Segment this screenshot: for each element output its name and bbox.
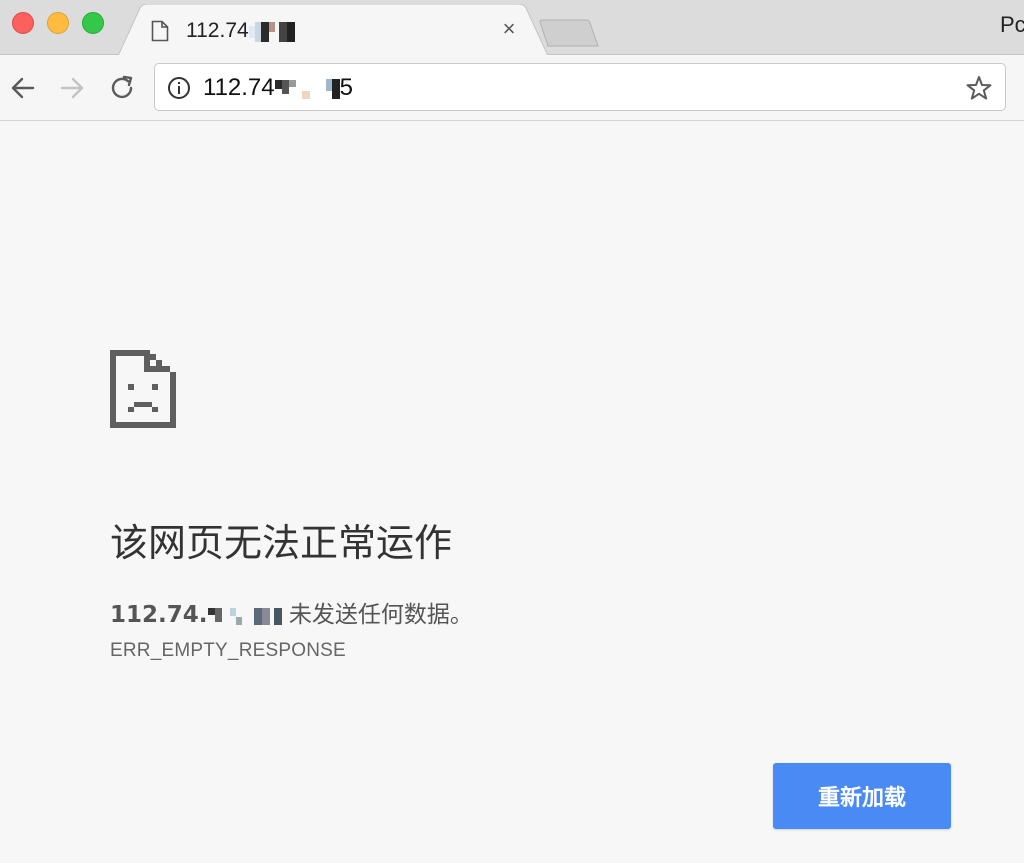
star-icon[interactable]	[965, 74, 993, 102]
reload-button[interactable]: 重新加载	[773, 763, 951, 829]
toolbar: 112.74 5	[0, 55, 1024, 121]
redacted-text	[207, 603, 282, 629]
window-minimize-button[interactable]	[47, 12, 69, 34]
redacted-text	[248, 19, 295, 43]
sad-page-icon	[110, 350, 176, 428]
forward-arrow-icon[interactable]	[57, 73, 87, 103]
reload-icon[interactable]	[107, 73, 137, 103]
window-zoom-button[interactable]	[82, 12, 104, 34]
error-host: 112.74.	[110, 602, 282, 628]
error-code: ERR_EMPTY_RESPONSE	[110, 640, 346, 661]
error-heading: 该网页无法正常运作	[110, 521, 453, 565]
new-tab-button[interactable]	[538, 18, 600, 48]
window-close-button[interactable]	[12, 12, 34, 34]
url-text[interactable]: 112.74 5	[203, 74, 353, 103]
tab-title: 112.74	[186, 19, 295, 43]
info-icon[interactable]	[167, 76, 191, 100]
error-detail: 112.74. 未发送任何数据。	[110, 595, 473, 629]
profile-label[interactable]: Pc	[1000, 12, 1024, 38]
page-icon	[151, 20, 169, 42]
active-tab[interactable]: 112.74 ×	[118, 4, 548, 56]
tab-strip: 112.74 × Pc	[0, 0, 1024, 56]
address-bar[interactable]: 112.74 5	[154, 63, 1006, 111]
tab-shape	[118, 4, 548, 56]
back-arrow-icon[interactable]	[8, 73, 38, 103]
redacted-text	[274, 75, 340, 103]
tab-close-button[interactable]: ×	[498, 18, 520, 40]
error-message: 未发送任何数据。	[288, 602, 473, 628]
